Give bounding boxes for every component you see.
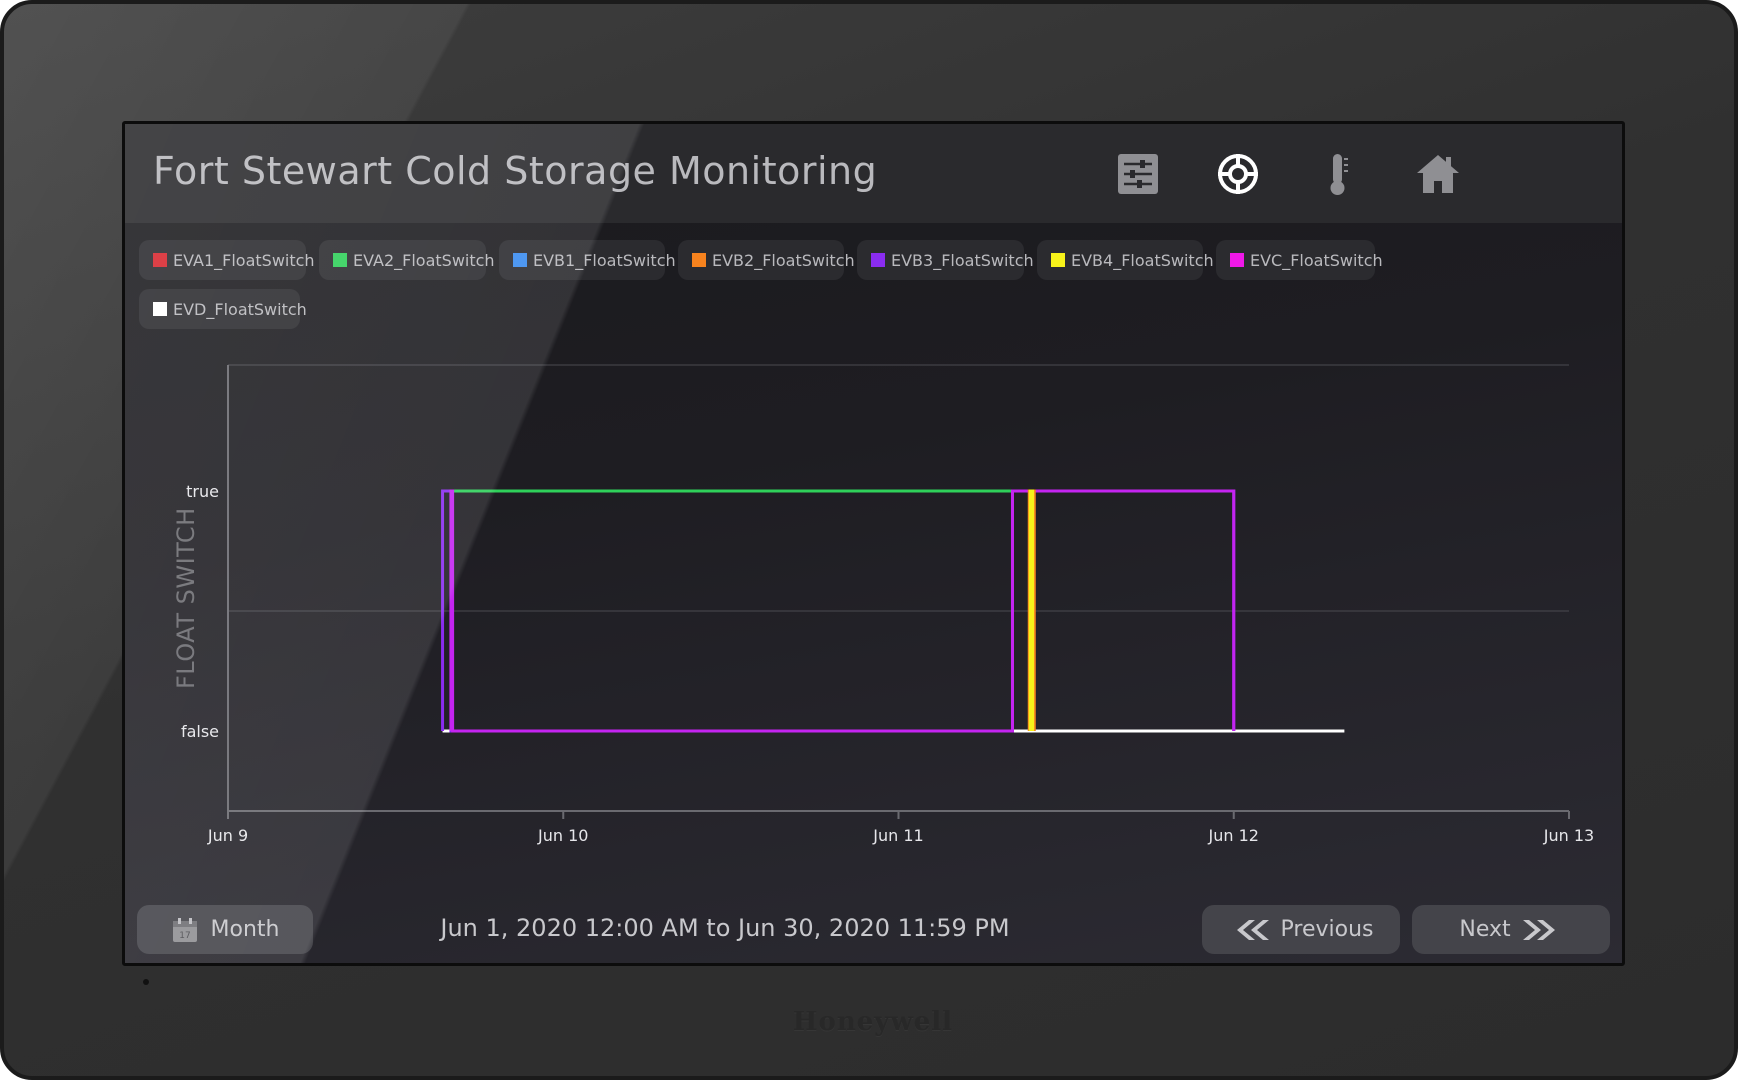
brand-logo: Honeywell (792, 1007, 954, 1037)
next-button-label: Next (1459, 917, 1511, 942)
calendar-icon: 17 (172, 917, 197, 942)
double-chevron-right-icon (1522, 919, 1555, 940)
x-tick-label: Jun 10 (537, 826, 588, 845)
series-line-evb4-floatswitch (1028, 489, 1035, 731)
x-tick-label: Jun 12 (1208, 826, 1259, 845)
month-button[interactable]: 17 Month (137, 905, 313, 954)
date-range-text: Jun 1, 2020 12:00 AM to Jun 30, 2020 11:… (440, 914, 1010, 942)
month-button-label: Month (210, 917, 280, 942)
device-bezel: Honeywell Fort Stewart Cold Storage Moni… (0, 0, 1738, 1080)
double-chevron-left-icon (1236, 919, 1269, 940)
indicator-dot (143, 979, 149, 985)
next-button[interactable]: Next (1412, 905, 1610, 954)
y-tick-label: true (186, 482, 219, 501)
svg-text:17: 17 (179, 931, 190, 941)
x-tick-label: Jun 9 (207, 826, 248, 845)
x-tick-label: Jun 11 (872, 826, 923, 845)
y-tick-label: false (181, 722, 219, 741)
x-tick-label: Jun 13 (1543, 826, 1594, 845)
float-switch-chart: false true Jun 9 Jun 10 Jun 11 Jun 12 Jun 13 (181, 364, 1594, 845)
previous-button-label: Previous (1280, 917, 1374, 942)
previous-button[interactable]: Previous (1202, 905, 1400, 954)
screen: Fort Stewart Cold Storage Monitoring EVA… (122, 121, 1625, 966)
